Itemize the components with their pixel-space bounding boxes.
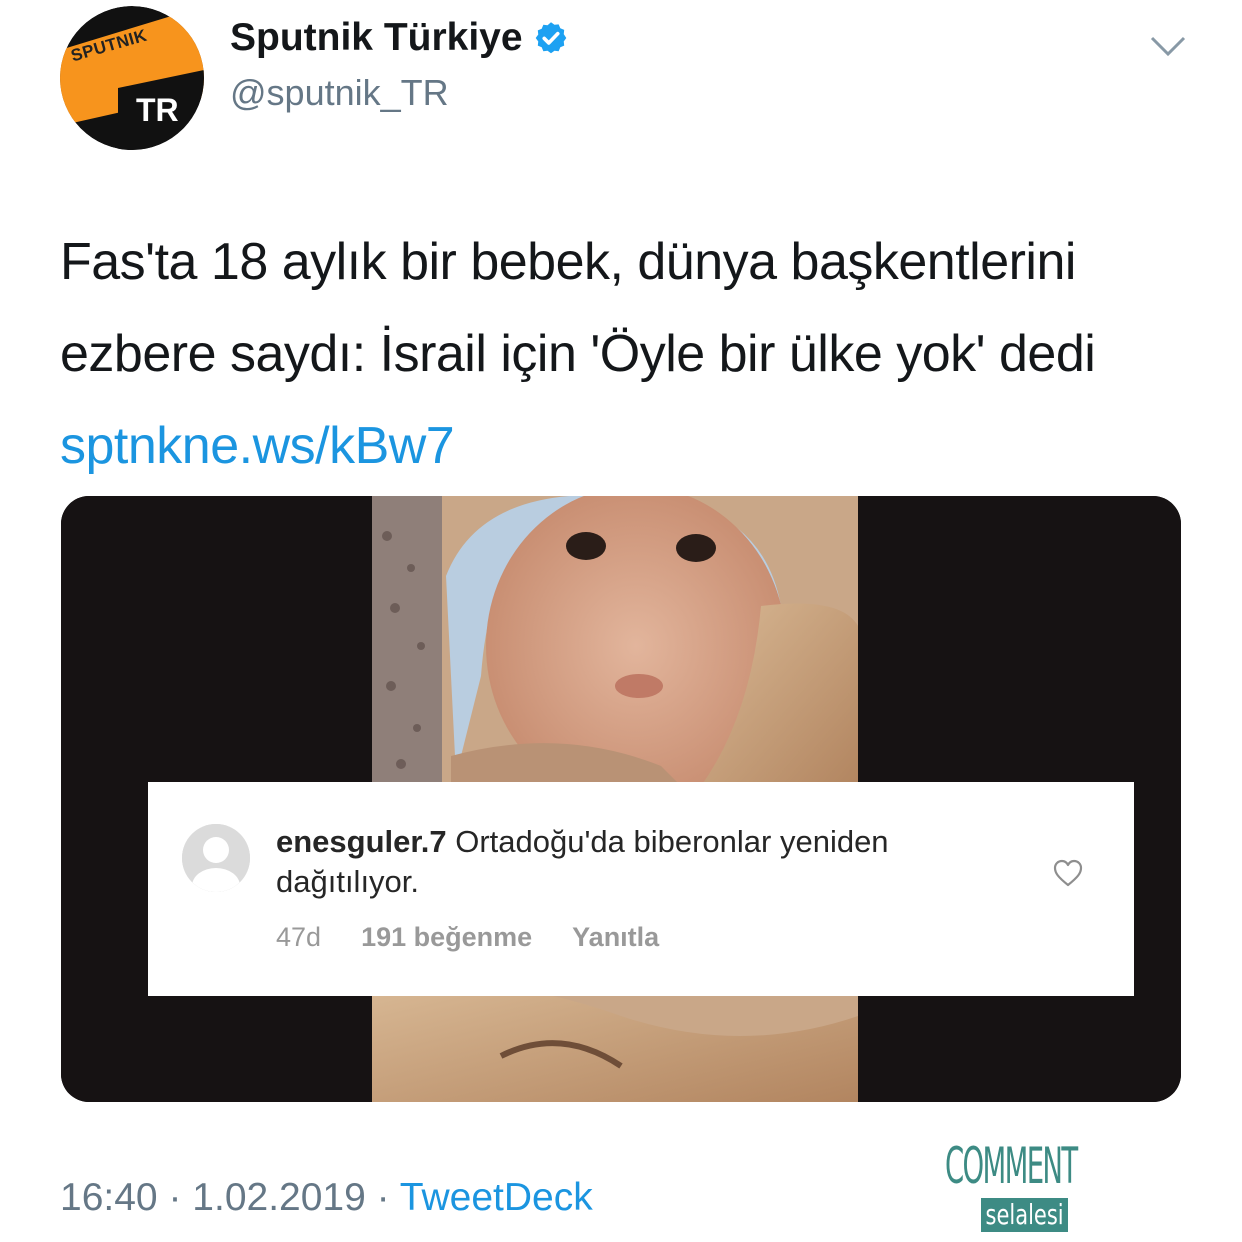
commenter-avatar[interactable]: [182, 824, 250, 892]
watermark-bottom: selalesi: [981, 1198, 1069, 1232]
footer-separator: ·: [376, 1176, 390, 1219]
comment-age: 47d: [276, 922, 322, 952]
tweet-footer: 16:40 · 1.02.2019 · TweetDeck: [60, 1176, 593, 1220]
footer-separator: ·: [168, 1176, 182, 1219]
comment-likes[interactable]: 191 beğenme: [361, 922, 532, 953]
watermark-top: COMMENT: [945, 1137, 1078, 1195]
chevron-down-icon[interactable]: [1148, 34, 1188, 58]
comment-text: enesguler.7 Ortadoğu'da biberonlar yenid…: [276, 822, 996, 902]
heart-outline-icon[interactable]: [1052, 858, 1084, 888]
tweet-media[interactable]: enesguler.7 Ortadoğu'da biberonlar yenid…: [61, 496, 1181, 1102]
profile-avatar[interactable]: SPUTNIK TR: [60, 6, 204, 150]
tweet-time: 16:40: [60, 1176, 158, 1219]
comment-reply-button[interactable]: Yanıtla: [572, 922, 659, 953]
tweet-source-app[interactable]: TweetDeck: [400, 1176, 593, 1219]
tweet-link[interactable]: sptnkne.ws/kBw7: [60, 417, 455, 475]
tweet-text: Fas'ta 18 aylık bir bebek, dünya başkent…: [60, 216, 1210, 492]
author-name-label: Sputnik Türkiye: [230, 16, 523, 59]
watermark: COMMENT selalesi: [945, 1138, 1095, 1234]
comment-meta: 47d 191 beğenme Yanıtla: [276, 922, 659, 953]
tweet-date: 1.02.2019: [192, 1176, 366, 1219]
sputnik-logo-icon: [60, 6, 204, 150]
tweet-body: Fas'ta 18 aylık bir bebek, dünya başkent…: [60, 233, 1096, 383]
verified-badge-icon: [535, 22, 566, 54]
overlay-comment-card: enesguler.7 Ortadoğu'da biberonlar yenid…: [148, 782, 1134, 996]
comment-username[interactable]: enesguler.7: [276, 824, 447, 859]
author-handle[interactable]: @sputnik_TR: [230, 72, 449, 114]
default-user-avatar-icon: [182, 824, 250, 892]
author-name[interactable]: Sputnik Türkiye: [230, 16, 569, 60]
